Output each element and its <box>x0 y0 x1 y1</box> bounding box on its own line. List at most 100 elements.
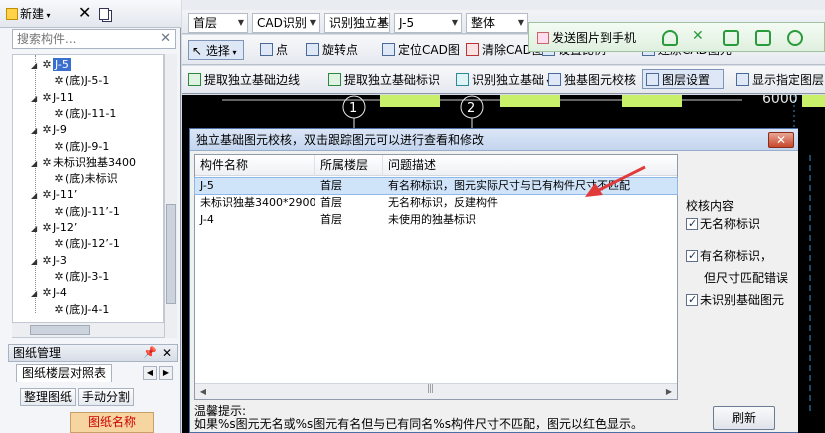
extract-edge-icon <box>188 73 201 86</box>
tree-vertical-scrollbar[interactable] <box>164 54 177 338</box>
new-button[interactable]: 新建 ▾ <box>6 5 70 23</box>
drawing-name-column-header[interactable]: 图纸名称 <box>70 412 154 433</box>
cursor-icon: ↖ <box>192 44 203 58</box>
row-name: J-4 <box>200 213 214 226</box>
scope-select[interactable]: 整体 ▼ <box>466 13 528 33</box>
close-button[interactable]: ✕ <box>768 132 794 148</box>
tree-item-base[interactable]: ✲(底)J-3-1 <box>53 269 109 285</box>
checkbox-size-mismatch[interactable]: 有名称标识， <box>686 248 772 264</box>
copy-button[interactable] <box>99 5 115 23</box>
foundation-block[interactable] <box>380 95 440 107</box>
delete-button[interactable]: ✕ <box>78 5 94 23</box>
tree-item-base[interactable]: ✲(底)J-11’-1 <box>53 204 119 220</box>
share-icon[interactable] <box>755 30 771 46</box>
dialog-titlebar[interactable]: 独立基础图元校核，双击跟踪图元可以进行查看和修改 ✕ <box>190 129 798 151</box>
extract-label-button[interactable]: 提取独立基础标识 <box>328 70 440 90</box>
scroll-thumb[interactable] <box>30 325 90 335</box>
rotate-point-label: 旋转点 <box>322 43 359 57</box>
expand-arrow-icon[interactable]: ◢ <box>31 188 41 204</box>
point-button[interactable]: 点 <box>260 40 288 60</box>
component-select[interactable]: J-5 ▼ <box>394 13 462 33</box>
tree-item-component[interactable]: ◢ ✲ J-5 <box>31 57 71 73</box>
component-tree: ◢ ✲ J-5 ✲(底)J-5-1 ◢ ✲J-11 ✲(底)J-11-1 ◢ ✲J-9 ✲(底)J… <box>12 54 164 338</box>
foundation-block[interactable] <box>500 95 560 107</box>
tree-item-base[interactable]: ✲(底)J-12’-1 <box>53 236 119 252</box>
recognize-foundation-button[interactable]: 识别独立基础 ▾ <box>456 70 551 90</box>
sort-drawings-button[interactable]: 整理图纸 <box>20 388 76 406</box>
floor-select[interactable]: 首层 ▼ <box>188 13 248 33</box>
search-input[interactable] <box>13 30 155 48</box>
layer-settings-label: 图层设置 <box>662 73 711 87</box>
recognize-icon <box>456 73 469 86</box>
cloud-icon[interactable] <box>662 30 678 46</box>
dialog-title: 独立基础图元校核，双击跟踪图元可以进行查看和修改 <box>196 133 485 147</box>
column-header-floor[interactable]: 所属楼层 <box>315 155 383 176</box>
tab-scroll-left-icon[interactable]: ◀ <box>143 366 157 380</box>
scroll-thumb[interactable] <box>166 204 176 304</box>
cad-recognition-select[interactable]: CAD识别 ▼ <box>252 13 320 33</box>
tab-drawing-floor-table[interactable]: 图纸楼层对照表 <box>16 364 112 382</box>
tree-item-label: J-11 <box>53 90 74 104</box>
send-to-phone-button[interactable]: 发送图片到手机 <box>537 29 649 47</box>
clear-icon[interactable]: ✕ <box>160 31 171 47</box>
tree-item-base[interactable]: ✲(底)未标识 <box>53 171 117 187</box>
checkbox-no-name[interactable]: 无名称标识 <box>686 216 760 232</box>
tree-item-component[interactable]: ◢ ✲J-4 <box>31 285 67 301</box>
component-panel: 新建 ▾ ✕ ✕ ◢✲J-5✲(底)J-5-1◢✲J-11✲(底)J-11-1◢… <box>0 0 181 433</box>
tree-item-component[interactable]: ◢ ✲J-9 <box>31 122 67 138</box>
expand-arrow-icon[interactable]: ◢ <box>31 123 41 139</box>
axis-label: 2 <box>467 101 475 116</box>
rotate-point-button[interactable]: 旋转点 <box>306 40 358 60</box>
checkbox-unrecognized[interactable]: 未识别基础图元 <box>686 292 784 308</box>
locate-cad-button[interactable]: 定位CAD图 <box>382 40 460 60</box>
tree-item-component[interactable]: ◢ ✲J-11 <box>31 90 74 106</box>
close-icon[interactable]: ✕ <box>162 345 172 361</box>
foundation-check-button[interactable]: 独基图元校核 <box>548 70 636 90</box>
save-icon[interactable] <box>723 30 739 46</box>
tab-scroll-right-icon[interactable]: ▶ <box>159 366 173 380</box>
tree-item-base[interactable]: ✲(底)J-11-1 <box>53 106 116 122</box>
pin-icon[interactable]: 📌 <box>143 345 157 361</box>
tree-item-base[interactable]: ✲(底)J-9-1 <box>53 139 109 155</box>
scroll-right-icon[interactable]: ▶ <box>663 386 675 398</box>
tree-item-component[interactable]: ◢ ✲J-12’ <box>31 220 77 236</box>
tree-item-label: J-12’ <box>53 221 78 234</box>
expand-arrow-icon[interactable]: ◢ <box>31 156 41 172</box>
foundation-recognition-toolbar: 提取独立基础边线 提取独立基础标识 识别独立基础 ▾ 独基图元校核 图层设置 显… <box>182 66 825 94</box>
layer-settings-button[interactable]: 图层设置 <box>642 69 724 89</box>
scroll-left-icon[interactable]: ◀ <box>197 386 209 398</box>
recognition-type-select[interactable]: 识别独立基 ▼ <box>324 13 390 33</box>
refresh-button[interactable]: 刷新 <box>713 406 775 430</box>
rotate-icon <box>306 43 319 56</box>
tree-item-component[interactable]: ◢ ✲J-11’ <box>31 187 77 203</box>
foundation-block[interactable] <box>802 95 825 107</box>
gear-icon[interactable] <box>787 30 803 46</box>
table-row[interactable]: J-4 首层 未使用的独基标识 <box>195 212 677 228</box>
menu-strip <box>182 0 825 10</box>
chevron-down-icon: ▼ <box>451 18 458 27</box>
column-header-name[interactable]: 构件名称 <box>195 155 315 176</box>
list-horizontal-scrollbar[interactable]: ◀ ▶ <box>195 383 677 399</box>
show-layer-button[interactable]: 显示指定图层 <box>736 70 824 90</box>
tree-horizontal-scrollbar[interactable] <box>12 322 164 337</box>
select-button[interactable]: ↖ 选择 ▾ <box>188 40 244 60</box>
manual-split-button[interactable]: 手动分割 <box>78 388 134 406</box>
gear-icon: ✲ <box>42 58 52 71</box>
component-toolbar: 新建 ▾ ✕ <box>0 0 181 28</box>
scroll-thumb[interactable] <box>427 384 441 396</box>
tree-item-component[interactable]: ◢ ✲J-3 <box>31 253 67 269</box>
foundation-block[interactable] <box>622 95 682 107</box>
expand-arrow-icon[interactable]: ◢ <box>31 91 41 107</box>
tree-item-base[interactable]: ✲(底)J-5-1 <box>53 73 109 89</box>
tree-item-label: (底)J-3-1 <box>65 269 110 283</box>
layers-icon <box>646 73 659 86</box>
expand-arrow-icon[interactable]: ◢ <box>31 254 41 270</box>
tree-item-base[interactable]: ✲(底)J-4-1 <box>53 302 109 318</box>
expand-arrow-icon[interactable]: ◢ <box>31 58 41 74</box>
chevron-down-icon: ▼ <box>379 18 386 27</box>
tree-item-component[interactable]: ◢ ✲未标识独基3400 <box>31 155 136 171</box>
expand-arrow-icon[interactable]: ◢ <box>31 286 41 302</box>
extract-edge-button[interactable]: 提取独立基础边线 <box>188 70 300 90</box>
shrink-icon[interactable] <box>691 28 707 46</box>
expand-arrow-icon[interactable]: ◢ <box>31 221 41 237</box>
